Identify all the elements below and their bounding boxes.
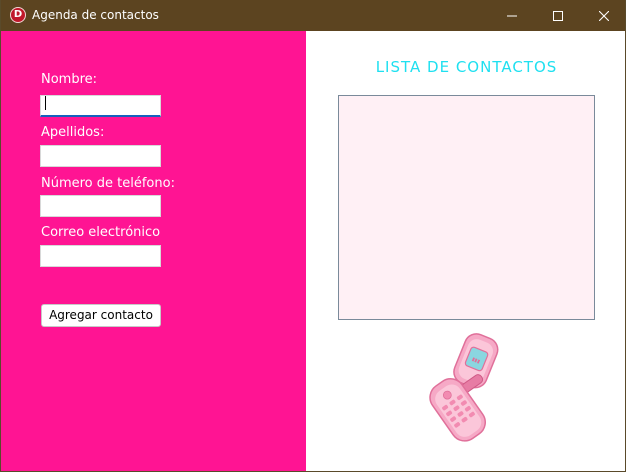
pink-flip-phone-icon: ▮▮▮ <box>429 333 499 442</box>
add-contact-button[interactable]: Agregar contacto <box>41 304 161 327</box>
text-caret <box>45 96 46 110</box>
telefono-input[interactable] <box>40 195 161 217</box>
correo-label: Correo electrónico <box>41 225 161 240</box>
minimize-icon <box>507 15 517 16</box>
apellidos-label: Apellidos: <box>41 125 105 140</box>
nombre-input[interactable] <box>40 95 161 117</box>
close-button[interactable] <box>581 0 625 31</box>
contact-form-panel: Nombre: Apellidos: Número de teléfono: C… <box>1 31 306 471</box>
window-title: Agenda de contactos <box>32 8 159 22</box>
contact-list[interactable] <box>338 95 595 320</box>
telefono-label: Número de teléfono: <box>41 176 175 191</box>
maximize-icon <box>553 10 563 21</box>
apellidos-input[interactable] <box>40 145 161 167</box>
maximize-button[interactable] <box>535 0 581 31</box>
minimize-button[interactable] <box>489 0 535 31</box>
close-icon <box>599 10 609 21</box>
correo-input[interactable] <box>40 245 161 267</box>
contact-list-title: LISTA DE CONTACTOS <box>375 58 558 76</box>
title-bar[interactable]: D Agenda de contactos <box>1 0 625 31</box>
app-d-icon: D <box>10 7 26 23</box>
contact-list-panel: LISTA DE CONTACTOS ▮▮▮ <box>306 31 625 471</box>
nombre-label: Nombre: <box>41 72 98 87</box>
app-window: D Agenda de contactos Nombre: Apellidos:… <box>0 0 626 472</box>
